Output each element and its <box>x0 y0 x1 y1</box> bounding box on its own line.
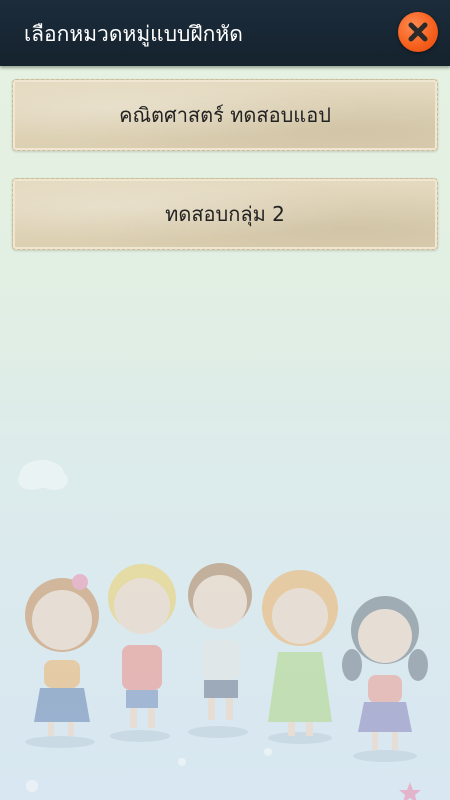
children-illustration <box>18 460 428 800</box>
child-boy-center <box>188 563 252 720</box>
category-list: คณิตศาสตร์ ทดสอบแอป ทดสอบกลุ่ม 2 <box>12 79 438 277</box>
page-title: เลือกหมวดหมู่แบบฝึกหัด <box>24 22 243 46</box>
screen: เลือกหมวดหมู่แบบฝึกหัด คณิตศาสตร์ ทดสอบแ… <box>0 0 450 800</box>
star-icon <box>399 782 421 800</box>
child-boy-blonde <box>108 564 176 728</box>
close-x-icon <box>408 22 428 42</box>
flower-icon <box>26 748 272 792</box>
cloud-icon <box>18 460 68 490</box>
title-bar: เลือกหมวดหมู่แบบฝึกหัด <box>0 0 450 66</box>
child-girl-ginger <box>262 570 338 736</box>
close-button[interactable] <box>398 12 438 52</box>
category-item-group2[interactable]: ทดสอบกลุ่ม 2 <box>12 178 438 250</box>
category-item-math[interactable]: คณิตศาสตร์ ทดสอบแอป <box>12 79 438 151</box>
child-girl-left <box>25 574 99 736</box>
child-girl-right <box>342 596 428 750</box>
category-item-label: คณิตศาสตร์ ทดสอบแอป <box>119 103 331 127</box>
category-item-label: ทดสอบกลุ่ม 2 <box>165 202 285 226</box>
